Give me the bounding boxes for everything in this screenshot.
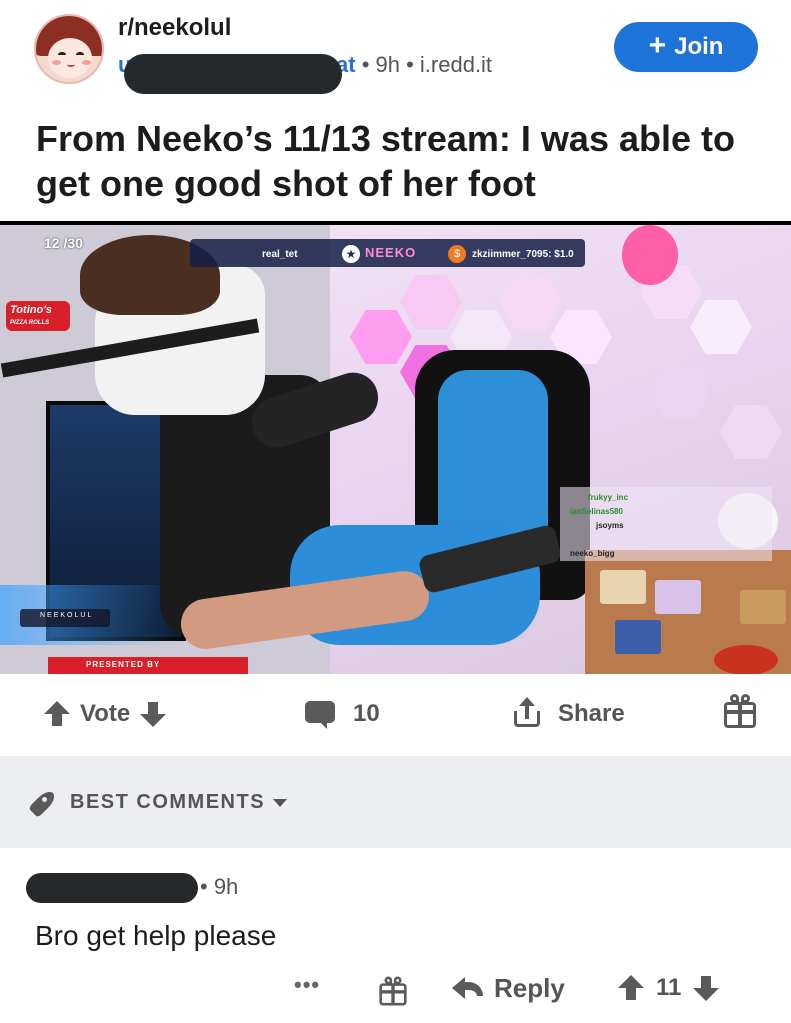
- presented-by-text: PRESENTED BY: [86, 660, 161, 669]
- chat-user: frukyy_inc: [588, 493, 629, 502]
- vote-label: Vote: [80, 700, 131, 727]
- share-icon: [512, 697, 542, 729]
- award-button[interactable]: [378, 975, 409, 1007]
- vote-control: Vote: [44, 694, 167, 734]
- downvote-icon[interactable]: [140, 701, 167, 727]
- reply-label: Reply: [494, 972, 565, 1003]
- sort-dropdown[interactable]: BEST COMMENTS: [28, 786, 288, 818]
- post-header: r/neekolul u at • 9h • i.redd.it + Join: [0, 0, 791, 100]
- downvote-icon[interactable]: [693, 975, 720, 1001]
- dollar-icon: $: [448, 245, 466, 263]
- plus-icon: +: [648, 28, 667, 62]
- tip-alert: zkziimmer_7095: $1.0: [472, 249, 574, 260]
- join-label: Join: [674, 33, 724, 60]
- comment-body: Bro get help please: [35, 920, 277, 951]
- comment-icon: [305, 699, 335, 729]
- more-icon[interactable]: •••: [294, 972, 320, 998]
- gift-icon: [378, 975, 409, 1007]
- share-label: Share: [558, 700, 625, 727]
- reply-button[interactable]: Reply: [452, 972, 565, 1004]
- share-button[interactable]: Share: [512, 694, 625, 734]
- channel-logo: NEEKO: [365, 245, 417, 260]
- chat-user: lanSelinas580: [570, 507, 623, 516]
- sponsor-badge: Totino's PIZZA ROLLS: [6, 301, 70, 331]
- comment-action-bar: ••• Reply 11: [0, 966, 791, 1010]
- comment-score: 11: [656, 974, 682, 1001]
- overlay-user: real_tet: [262, 249, 298, 260]
- post-age-domain: • 9h • i.redd.it: [361, 52, 493, 77]
- chevron-down-icon: [273, 799, 288, 807]
- rocket-icon: [28, 787, 58, 818]
- sponsor-sub: PIZZA ROLLS: [10, 320, 50, 326]
- chat-user: neeko_bigg: [570, 549, 615, 558]
- post-meta-text: at • 9h • i.redd.it: [336, 52, 492, 78]
- post-image[interactable]: 12 /30 Totino's PIZZA ROLLS real_tet ★ N…: [0, 221, 791, 674]
- subreddit-name[interactable]: r/neekolul: [118, 14, 231, 42]
- comment-age: • 9h: [200, 874, 239, 899]
- gift-icon: [722, 692, 758, 730]
- channel-tag-text: NEEKOLUL: [40, 612, 94, 619]
- comment-vote-control: 11: [618, 972, 720, 1004]
- sponsor-name: Totino's: [10, 304, 52, 316]
- stream-screenshot: 12 /30 Totino's PIZZA ROLLS real_tet ★ N…: [0, 225, 791, 674]
- award-button[interactable]: [722, 692, 758, 730]
- upvote-icon[interactable]: [618, 975, 644, 1001]
- redaction-bar: [26, 873, 198, 903]
- upvote-icon[interactable]: [44, 701, 70, 727]
- comments-button[interactable]: 10: [305, 694, 380, 734]
- comment: • 9h Bro get help please ••• Reply 11: [0, 848, 791, 1023]
- join-button[interactable]: + Join: [614, 22, 758, 72]
- star-icon: ★: [342, 245, 360, 263]
- sort-label: BEST COMMENTS: [70, 790, 266, 813]
- goal-counter: 12 /30: [44, 235, 83, 251]
- comment-sort-bar: BEST COMMENTS: [0, 756, 791, 848]
- reply-icon: [452, 976, 484, 1000]
- post-action-bar: Vote 10 Share: [0, 674, 791, 756]
- post-title[interactable]: From Neeko’s 11/13 stream: I was able to…: [36, 116, 766, 206]
- subreddit-avatar[interactable]: [34, 14, 104, 84]
- comment-count: 10: [353, 700, 380, 727]
- chat-user: jsoyms: [596, 521, 624, 530]
- redaction-bar: [124, 54, 342, 94]
